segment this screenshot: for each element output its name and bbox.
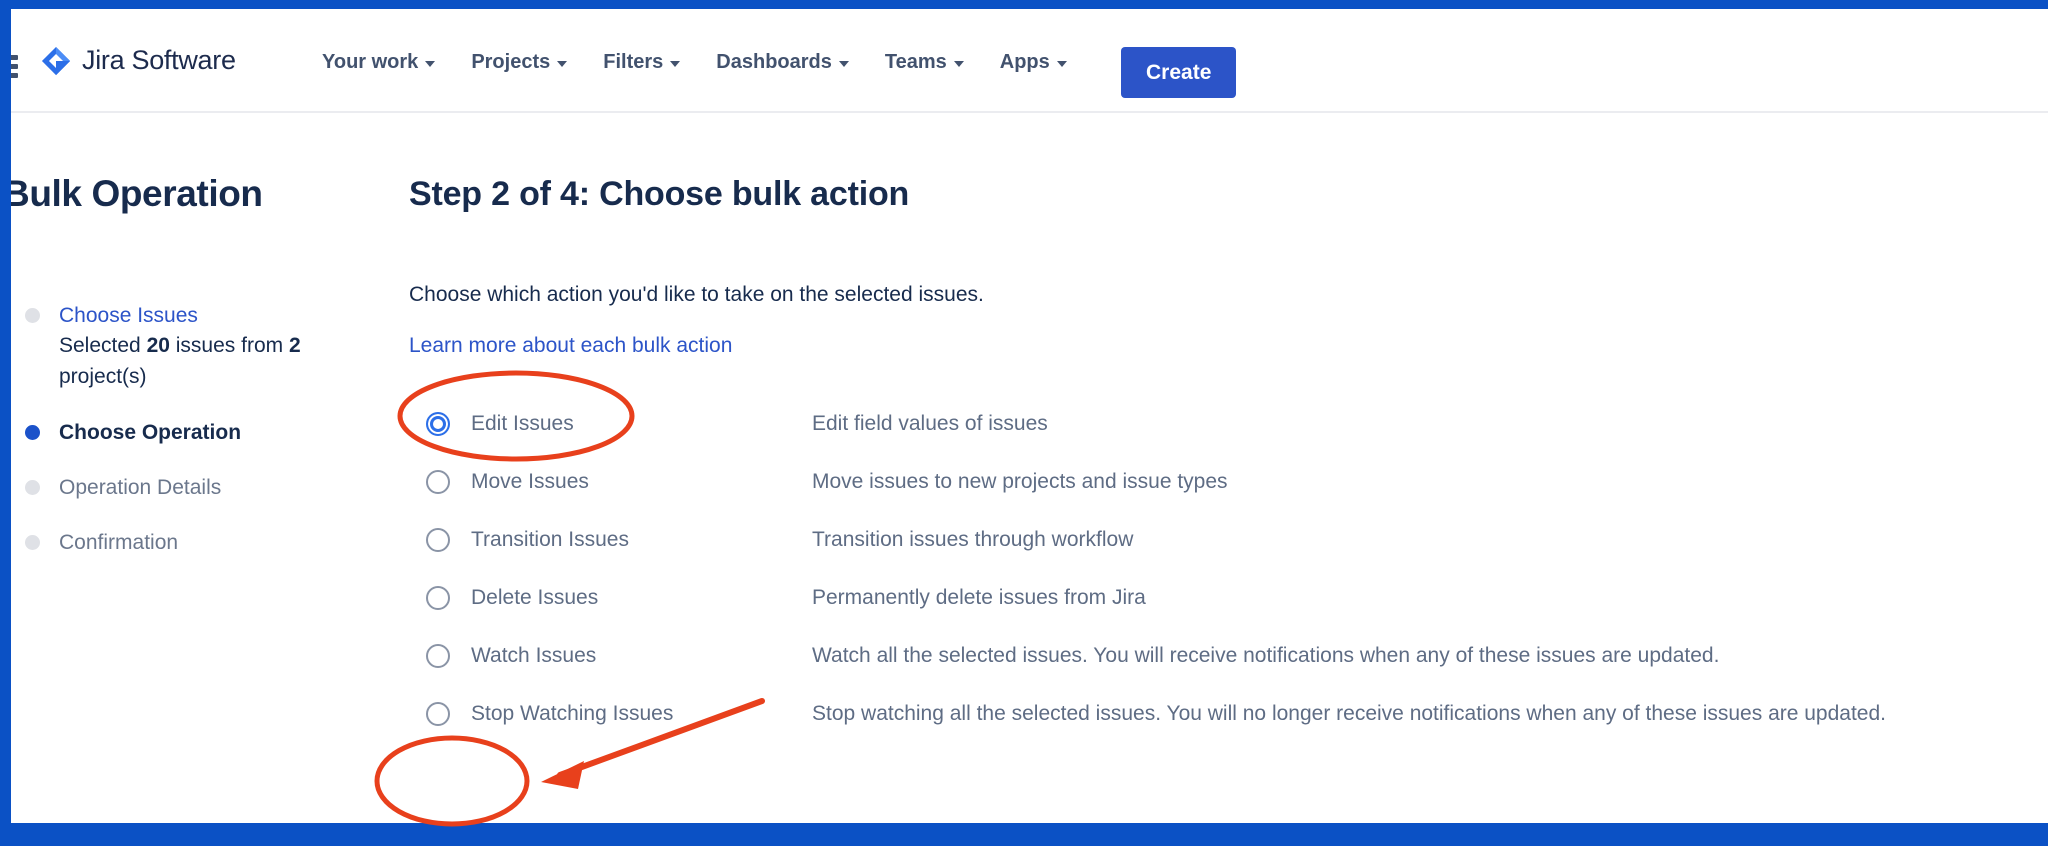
nav-item-label: Dashboards [716, 50, 832, 73]
option-label[interactable]: Edit Issues [471, 412, 574, 436]
option-description: Stop watching all the selected issues. Y… [812, 702, 1886, 725]
step-sub-mid: issues from [169, 334, 289, 357]
step-sub-prefix: Selected [59, 334, 147, 357]
nav-item-teams[interactable]: Teams [867, 45, 982, 79]
sidebar-step-choose-issues[interactable]: Choose Issues Selected 20 issues from 2 … [11, 301, 393, 392]
option-description: Transition issues through workflow [812, 528, 1134, 551]
option-description: Move issues to new projects and issue ty… [812, 470, 1228, 493]
radio-watch-issues[interactable] [426, 644, 450, 668]
main-content: Step 2 of 4: Choose bulk action Choose w… [393, 113, 2048, 823]
top-navigation-bar: Jira Software Your work Projects Filters… [11, 9, 2048, 113]
radio-transition-issues[interactable] [426, 528, 450, 552]
option-label[interactable]: Watch Issues [471, 644, 596, 668]
option-description: Watch all the selected issues. You will … [812, 644, 1720, 667]
nav-item-label: Your work [322, 50, 419, 73]
screenshot-blue-frame: Jira Software Your work Projects Filters… [0, 0, 2048, 846]
nav-item-label: Apps [999, 50, 1050, 73]
page-title: Bulk Operation [11, 173, 263, 214]
step-dot-icon [25, 425, 40, 440]
jira-page: Jira Software Your work Projects Filters… [11, 9, 2048, 823]
option-row-move-issues[interactable]: Move Issues Move issues to new projects … [409, 453, 2029, 511]
chevron-down-icon [1056, 60, 1067, 67]
radio-delete-issues[interactable] [426, 586, 450, 610]
step-heading: Step 2 of 4: Choose bulk action [409, 175, 910, 213]
chevron-down-icon [670, 60, 681, 67]
hamburger-menu-icon[interactable] [11, 55, 22, 83]
step-label: Choose Operation [59, 421, 242, 444]
step-dot-icon [25, 535, 40, 550]
chevron-down-icon [838, 60, 849, 67]
nav-item-dashboards[interactable]: Dashboards [698, 45, 867, 79]
option-label[interactable]: Stop Watching Issues [471, 702, 673, 726]
step-label: Operation Details [59, 476, 222, 499]
intro-text: Choose which action you'd like to take o… [409, 283, 984, 306]
nav-item-label: Projects [471, 50, 551, 73]
option-label[interactable]: Move Issues [471, 470, 589, 494]
sidebar-step-choose-operation[interactable]: Choose Operation [11, 418, 393, 447]
chevron-down-icon [425, 60, 436, 67]
option-label[interactable]: Transition Issues [471, 528, 629, 552]
step-dot-icon [25, 480, 40, 495]
radio-stop-watching-issues[interactable] [426, 702, 450, 726]
learn-more-link[interactable]: Learn more about each bulk action [409, 334, 732, 358]
nav-menu: Your work Projects Filters Dashboards Te… [304, 45, 1085, 79]
step-label: Confirmation [59, 531, 179, 554]
step-list: Choose Issues Selected 20 issues from 2 … [11, 301, 393, 575]
option-row-edit-issues[interactable]: Edit Issues Edit field values of issues [409, 395, 2029, 453]
nav-item-projects[interactable]: Projects [453, 45, 585, 79]
radio-edit-issues[interactable] [426, 412, 450, 436]
option-description: Permanently delete issues from Jira [812, 586, 1146, 609]
jira-logo[interactable]: Jira Software [41, 45, 236, 76]
bulk-operation-sidebar: Bulk Operation Choose Issues Selected 20… [11, 113, 393, 823]
option-description: Edit field values of issues [812, 412, 1048, 435]
jira-diamond-logo-icon [41, 46, 71, 75]
option-row-watch-issues[interactable]: Watch Issues Watch all the selected issu… [409, 627, 2029, 685]
step-sub-issue-count: 20 [146, 334, 170, 357]
step-subtext: Selected 20 issues from 2 project(s) [59, 330, 364, 392]
logo-text: Jira Software [82, 45, 236, 75]
chevron-down-icon [953, 60, 964, 67]
nav-item-label: Filters [603, 50, 664, 73]
nav-item-label: Teams [884, 50, 947, 73]
option-row-stop-watching-issues[interactable]: Stop Watching Issues Stop watching all t… [409, 685, 2029, 743]
option-row-transition-issues[interactable]: Transition Issues Transition issues thro… [409, 511, 2029, 569]
option-row-delete-issues[interactable]: Delete Issues Permanently delete issues … [409, 569, 2029, 627]
nav-item-apps[interactable]: Apps [982, 45, 1085, 79]
bulk-action-option-list: Edit Issues Edit field values of issues … [409, 395, 2029, 743]
sidebar-step-confirmation: Confirmation [11, 528, 393, 557]
option-label[interactable]: Delete Issues [471, 586, 598, 610]
step-sub-project-count: 2 [288, 334, 301, 357]
step-sub-suffix: project(s) [59, 365, 147, 388]
step-label: Choose Issues [59, 304, 198, 327]
radio-move-issues[interactable] [426, 470, 450, 494]
step-dot-icon [25, 308, 40, 323]
create-button[interactable]: Create [1121, 47, 1237, 98]
chevron-down-icon [557, 60, 568, 67]
sidebar-step-operation-details: Operation Details [11, 473, 393, 502]
nav-item-your-work[interactable]: Your work [304, 45, 453, 79]
nav-item-filters[interactable]: Filters [585, 45, 698, 79]
